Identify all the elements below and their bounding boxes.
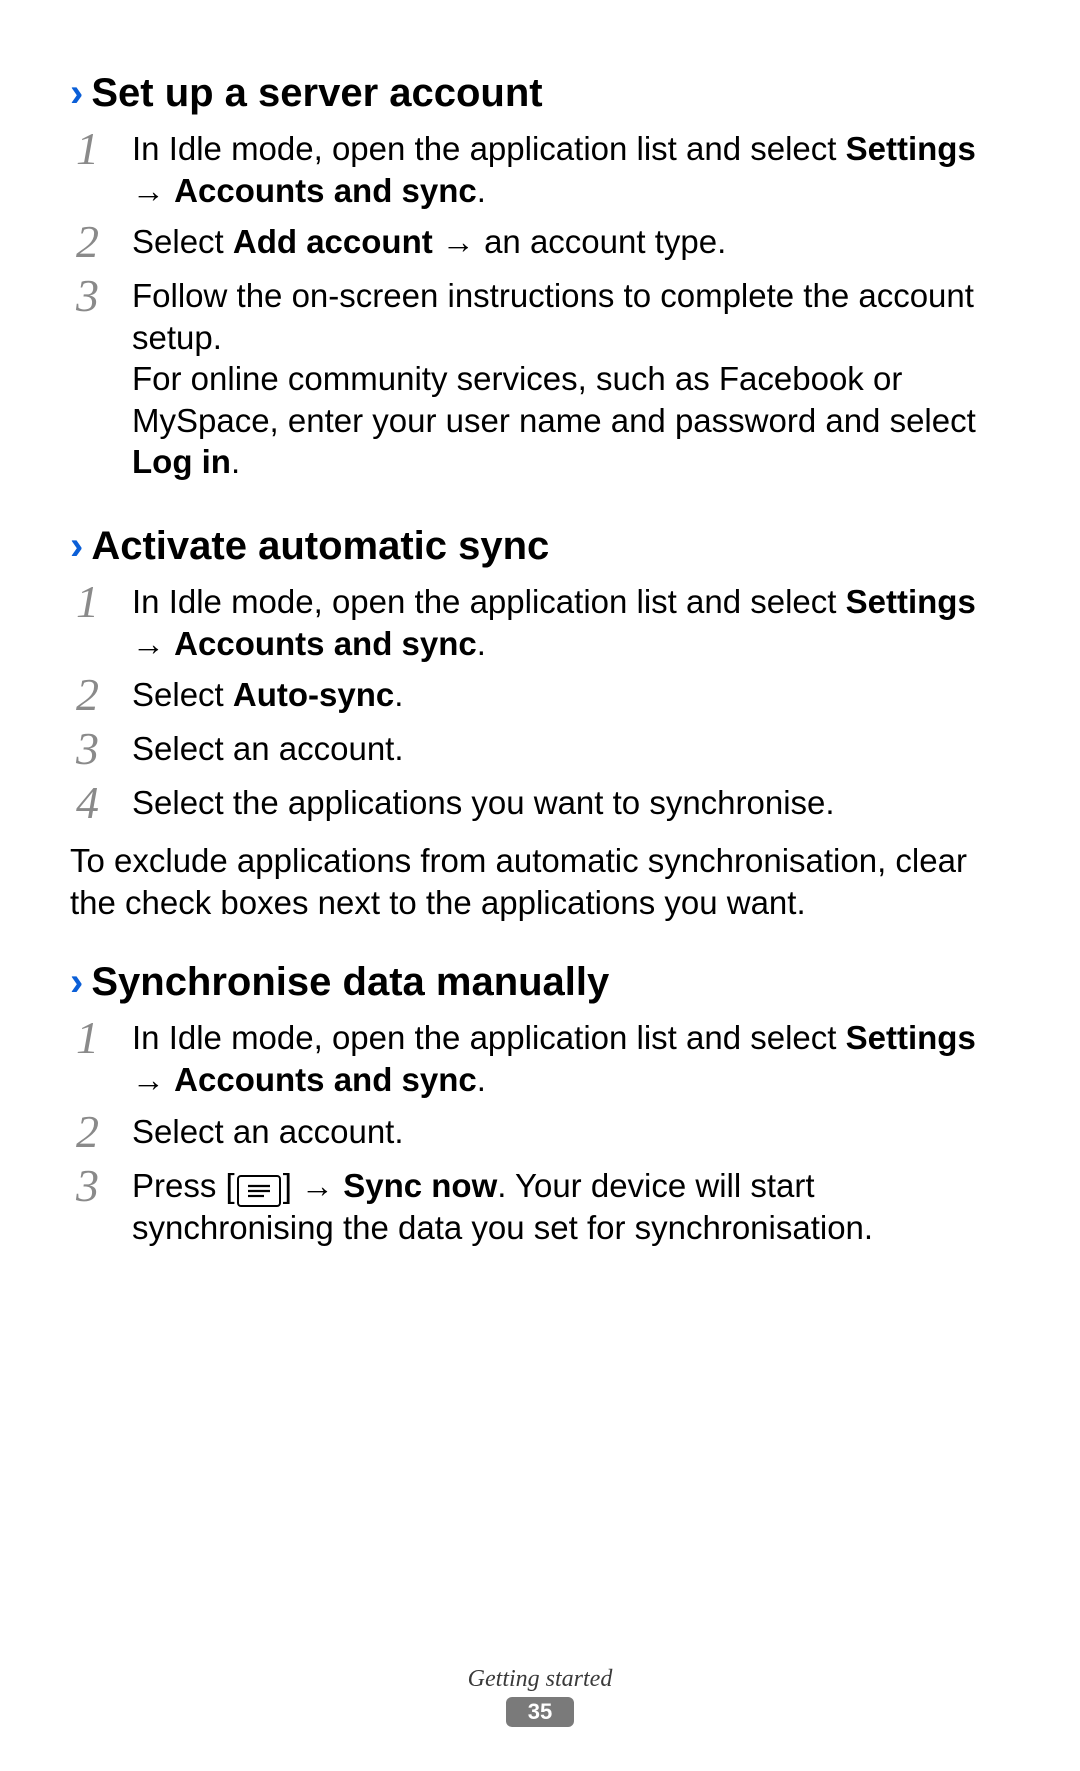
chevron-right-icon: ›	[70, 73, 83, 113]
step-number: 2	[70, 1109, 132, 1155]
step-item: 2 Select an account.	[70, 1105, 1010, 1159]
steps-list: 1 In Idle mode, open the application lis…	[70, 122, 1010, 487]
section-heading: › Activate automatic sync	[70, 523, 1010, 569]
step-text-bold: Settings	[846, 583, 976, 620]
step-number: 4	[70, 780, 132, 826]
steps-list: 1 In Idle mode, open the application lis…	[70, 1011, 1010, 1252]
step-body: Select an account.	[132, 1109, 1010, 1153]
step-text-bold: Log in	[132, 443, 231, 480]
step-number: 3	[70, 273, 132, 319]
step-text: For online community services, such as F…	[132, 360, 976, 439]
step-text: .	[394, 676, 403, 713]
step-item: 1 In Idle mode, open the application lis…	[70, 575, 1010, 668]
step-item: 2 Select Add account → an account type.	[70, 215, 1010, 269]
step-text: .	[477, 625, 486, 662]
step-text: Select an account.	[132, 730, 404, 767]
page-number-badge: 35	[506, 1697, 574, 1727]
step-text: Select an account.	[132, 1113, 404, 1150]
menu-button-icon	[237, 1175, 281, 1207]
step-body: In Idle mode, open the application list …	[132, 1015, 1010, 1100]
step-text: Press [	[132, 1167, 235, 1204]
heading-text: Synchronise data manually	[91, 959, 609, 1005]
step-body: In Idle mode, open the application list …	[132, 579, 1010, 664]
step-body: Select Add account → an account type.	[132, 219, 1010, 263]
chevron-right-icon: ›	[70, 962, 83, 1002]
step-text: Select the applications you want to sync…	[132, 784, 835, 821]
step-text: .	[477, 1061, 486, 1098]
step-text-bold: Settings	[846, 130, 976, 167]
footer-section-label: Getting started	[0, 1666, 1080, 1693]
heading-text: Set up a server account	[91, 70, 542, 116]
step-text: .	[231, 443, 240, 480]
steps-list: 1 In Idle mode, open the application lis…	[70, 575, 1010, 830]
step-number: 1	[70, 579, 132, 625]
chevron-right-icon: ›	[70, 526, 83, 566]
step-number: 1	[70, 126, 132, 172]
page-footer: Getting started 35	[0, 1666, 1080, 1727]
body-paragraph: To exclude applications from automatic s…	[70, 840, 1010, 923]
step-text: Select	[132, 223, 233, 260]
step-text: →	[132, 172, 174, 209]
step-text-bold: Accounts and sync	[174, 172, 477, 209]
step-text: →	[132, 625, 174, 662]
step-text-bold: Sync now	[343, 1167, 497, 1204]
step-number: 2	[70, 672, 132, 718]
step-item: 3 Select an account.	[70, 722, 1010, 776]
step-text: Select	[132, 676, 233, 713]
step-number: 3	[70, 1163, 132, 1209]
step-text-bold: Accounts and sync	[174, 625, 477, 662]
step-body: Follow the on-screen instructions to com…	[132, 273, 1010, 483]
step-text: ] →	[283, 1167, 344, 1204]
step-text-bold: Auto-sync	[233, 676, 394, 713]
step-text: Follow the on-screen instructions to com…	[132, 277, 974, 356]
step-item: 1 In Idle mode, open the application lis…	[70, 122, 1010, 215]
step-text: .	[477, 172, 486, 209]
step-item: 3 Follow the on-screen instructions to c…	[70, 269, 1010, 487]
section-heading: › Set up a server account	[70, 70, 1010, 116]
manual-page: › Set up a server account 1 In Idle mode…	[0, 0, 1080, 1771]
section-heading: › Synchronise data manually	[70, 959, 1010, 1005]
step-text-bold: Accounts and sync	[174, 1061, 477, 1098]
step-text: In Idle mode, open the application list …	[132, 1019, 846, 1056]
step-text: → an account type.	[433, 223, 727, 260]
step-body: Press [] → Sync now. Your device will st…	[132, 1163, 1010, 1249]
step-text: In Idle mode, open the application list …	[132, 583, 846, 620]
step-body: Select an account.	[132, 726, 1010, 770]
step-text-bold: Add account	[233, 223, 433, 260]
step-item: 4 Select the applications you want to sy…	[70, 776, 1010, 830]
step-item: 2 Select Auto-sync.	[70, 668, 1010, 722]
step-item: 3 Press [] → Sync now. Your device will …	[70, 1159, 1010, 1253]
step-item: 1 In Idle mode, open the application lis…	[70, 1011, 1010, 1104]
step-text: →	[132, 1061, 174, 1098]
step-number: 1	[70, 1015, 132, 1061]
step-text: In Idle mode, open the application list …	[132, 130, 846, 167]
step-number: 3	[70, 726, 132, 772]
step-text-bold: Settings	[846, 1019, 976, 1056]
step-body: In Idle mode, open the application list …	[132, 126, 1010, 211]
step-body: Select Auto-sync.	[132, 672, 1010, 716]
step-body: Select the applications you want to sync…	[132, 780, 1010, 824]
step-number: 2	[70, 219, 132, 265]
heading-text: Activate automatic sync	[91, 523, 549, 569]
